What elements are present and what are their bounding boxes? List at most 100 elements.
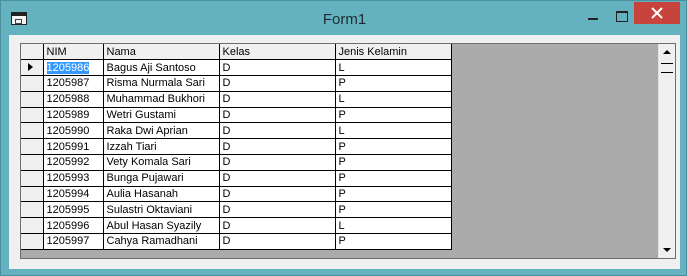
cell-text: P — [338, 140, 346, 153]
cell-jenis-kelamin[interactable]: P — [335, 75, 452, 92]
cell-kelas[interactable]: D — [219, 107, 336, 124]
cell-nama[interactable]: Aulia Hasanah — [103, 186, 220, 203]
scroll-up-icon[interactable] — [659, 44, 675, 60]
cell-nama[interactable]: Risma Nurmala Sari — [103, 75, 220, 92]
cell-nama[interactable]: Muhammad Bukhori — [103, 91, 220, 108]
cell-nim[interactable]: 1205995 — [43, 201, 104, 219]
cell-nim[interactable]: 1205987 — [43, 75, 104, 92]
table-row[interactable]: 1205994 Aulia Hasanah D P — [21, 186, 452, 203]
cell-nim[interactable]: 1205996 — [43, 217, 104, 235]
table-row[interactable]: 1205990 Raka Dwi Aprian D L — [21, 122, 452, 140]
data-grid-table: NIM Nama Kelas Jenis Kelamin 1205986 Bagu… — [21, 44, 452, 250]
cell-nama[interactable]: Wetri Gustami — [103, 107, 220, 124]
cell-kelas[interactable]: D — [219, 170, 336, 187]
cell-kelas[interactable]: D — [219, 233, 336, 250]
cell-text: L — [338, 61, 345, 74]
row-header[interactable] — [21, 107, 44, 124]
cell-text: 1205992 — [46, 156, 90, 169]
row-header[interactable] — [21, 122, 44, 140]
cell-nim[interactable]: 1205993 — [43, 170, 104, 187]
cell-jenis-kelamin[interactable]: L — [335, 122, 452, 140]
cell-nim[interactable]: 1205988 — [43, 91, 104, 108]
cell-kelas[interactable]: D — [219, 122, 336, 140]
maximize-button[interactable] — [609, 7, 633, 27]
cell-jenis-kelamin[interactable]: P — [335, 201, 452, 219]
cell-jenis-kelamin[interactable]: P — [335, 107, 452, 124]
cell-text: 1205997 — [46, 235, 90, 248]
cell-text: 1205993 — [46, 172, 90, 185]
cell-nama[interactable]: Cahya Ramadhani — [103, 233, 220, 250]
row-header[interactable] — [21, 217, 44, 235]
column-header-jenis-kelamin[interactable]: Jenis Kelamin — [335, 44, 452, 61]
cell-jenis-kelamin[interactable]: P — [335, 186, 452, 203]
row-header[interactable] — [21, 59, 44, 77]
column-header-kelas[interactable]: Kelas — [219, 44, 336, 61]
grid-header-row: NIM Nama Kelas Jenis Kelamin — [21, 44, 452, 61]
cell-nim[interactable]: 1205994 — [43, 186, 104, 203]
cell-text: P — [338, 172, 346, 185]
row-header[interactable] — [21, 233, 44, 250]
cell-kelas[interactable]: D — [219, 201, 336, 219]
cell-jenis-kelamin[interactable]: L — [335, 217, 452, 235]
cell-text: P — [338, 235, 346, 248]
cell-kelas[interactable]: D — [219, 91, 336, 108]
table-row[interactable]: 1205997 Cahya Ramadhani D P — [21, 233, 452, 250]
cell-nama[interactable]: Vety Komala Sari — [103, 154, 220, 171]
cell-text: D — [222, 219, 231, 232]
cell-kelas[interactable]: D — [219, 75, 336, 92]
table-row[interactable]: 1205991 Izzah Tiari D P — [21, 138, 452, 156]
minimize-button[interactable] — [581, 7, 605, 27]
cell-jenis-kelamin[interactable]: L — [335, 59, 452, 77]
cell-jenis-kelamin[interactable]: P — [335, 154, 452, 171]
cell-kelas[interactable]: D — [219, 59, 336, 77]
table-row[interactable]: 1205995 Sulastri Oktaviani D P — [21, 201, 452, 219]
cell-text: D — [222, 77, 231, 90]
cell-nim[interactable]: 1205991 — [43, 138, 104, 156]
row-header[interactable] — [21, 91, 44, 108]
table-row[interactable]: 1205988 Muhammad Bukhori D L — [21, 91, 452, 108]
title-bar[interactable]: Form1 — [1, 1, 687, 37]
table-row[interactable]: 1205993 Bunga Pujawari D P — [21, 170, 452, 187]
cell-jenis-kelamin[interactable]: L — [335, 91, 452, 108]
cell-nim[interactable]: 1205997 — [43, 233, 104, 250]
table-row[interactable]: 1205987 Risma Nurmala Sari D P — [21, 75, 452, 92]
grid-corner-cell[interactable] — [21, 44, 44, 61]
cell-text: Cahya Ramadhani — [106, 235, 198, 248]
table-row[interactable]: 1205992 Vety Komala Sari D P — [21, 154, 452, 171]
row-header[interactable] — [21, 75, 44, 92]
table-row[interactable]: 1205996 Abul Hasan Syazily D L — [21, 217, 452, 235]
scroll-thumb[interactable] — [659, 60, 675, 76]
data-grid[interactable]: NIM Nama Kelas Jenis Kelamin 1205986 Bagu… — [20, 43, 676, 259]
cell-nim[interactable]: 1205990 — [43, 122, 104, 140]
cell-kelas[interactable]: D — [219, 154, 336, 171]
cell-kelas[interactable]: D — [219, 217, 336, 235]
row-header[interactable] — [21, 138, 44, 156]
table-row[interactable]: 1205989 Wetri Gustami D P — [21, 107, 452, 124]
scroll-down-icon[interactable] — [659, 242, 675, 258]
table-row[interactable]: 1205986 Bagus Aji Santoso D L — [21, 59, 452, 77]
cell-kelas[interactable]: D — [219, 186, 336, 203]
cell-nama[interactable]: Sulastri Oktaviani — [103, 201, 220, 219]
cell-nama[interactable]: Bagus Aji Santoso — [103, 59, 220, 77]
row-header[interactable] — [21, 186, 44, 203]
cell-nim[interactable]: 1205992 — [43, 154, 104, 171]
close-button[interactable] — [634, 2, 680, 24]
row-header[interactable] — [21, 154, 44, 171]
vertical-scrollbar[interactable] — [658, 44, 675, 258]
cell-nama[interactable]: Raka Dwi Aprian — [103, 122, 220, 140]
cell-nim[interactable]: 1205986 — [43, 59, 104, 77]
cell-nim[interactable]: 1205989 — [43, 107, 104, 124]
row-header[interactable] — [21, 170, 44, 187]
cell-nama[interactable]: Abul Hasan Syazily — [103, 217, 220, 235]
cell-nama[interactable]: Bunga Pujawari — [103, 170, 220, 187]
cell-jenis-kelamin[interactable]: P — [335, 233, 452, 250]
cell-text: D — [222, 203, 231, 216]
column-header-nama[interactable]: Nama — [103, 44, 220, 61]
cell-kelas[interactable]: D — [219, 138, 336, 156]
cell-jenis-kelamin[interactable]: P — [335, 138, 452, 156]
cell-jenis-kelamin[interactable]: P — [335, 170, 452, 187]
cell-text: D — [222, 140, 231, 153]
column-header-nim[interactable]: NIM — [43, 44, 104, 61]
cell-nama[interactable]: Izzah Tiari — [103, 138, 220, 156]
row-header[interactable] — [21, 201, 44, 219]
